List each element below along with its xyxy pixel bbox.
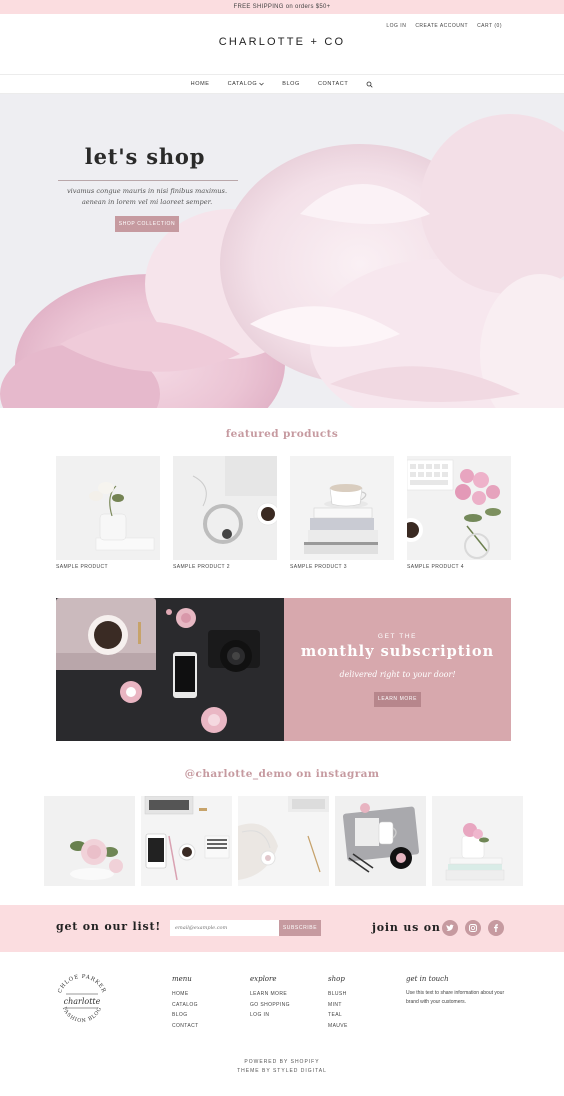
account-links: LOG IN CREATE ACCOUNT CART (0) <box>386 23 502 29</box>
nav-catalog-label: CATALOG <box>227 81 258 87</box>
badge-graphic: CHLOE PARKER charlotte FASHION BLOG <box>57 974 107 1024</box>
hero-title: let's shop <box>84 144 206 169</box>
nav-home[interactable]: HOME <box>191 81 210 87</box>
main-nav: HOME CATALOG BLOG CONTACT <box>0 74 564 94</box>
instagram-icon[interactable] <box>465 920 481 936</box>
footer-link-blog[interactable]: BLOG <box>172 1010 199 1021</box>
create-account-link[interactable]: CREATE ACCOUNT <box>415 23 468 29</box>
footer-link-teal[interactable]: TEAL <box>328 1010 348 1021</box>
product-image[interactable] <box>56 456 160 560</box>
footer-menu: menu HOME CATALOG BLOG CONTACT <box>172 975 199 1031</box>
footer-link-blush[interactable]: BLUSH <box>328 989 348 1000</box>
newsletter-bar: get on our list! SUBSCRIBE join us on <box>0 905 564 952</box>
footer-contact-text: Use this text to share information about… <box>406 990 505 1005</box>
product-image[interactable] <box>407 456 511 560</box>
subscription-title: monthly subscription <box>300 643 495 660</box>
instagram-photo[interactable] <box>141 796 232 886</box>
subscribe-button[interactable]: SUBSCRIBE <box>279 920 321 936</box>
subscription-kicker: GET THE <box>377 633 418 640</box>
badge-script-text: charlotte <box>64 997 101 1006</box>
instagram-photo[interactable] <box>238 796 329 886</box>
peony-flowers-image <box>0 94 564 408</box>
footer-shop: shop BLUSH MINT TEAL MAUVE <box>328 975 348 1031</box>
newsletter-title: get on our list! <box>56 920 161 933</box>
featured-title: featured products <box>225 428 339 440</box>
powered-by-text[interactable]: POWERED BY SHOPIFY <box>0 1058 564 1067</box>
product-label[interactable]: SAMPLE PRODUCT <box>56 564 160 570</box>
footer-link-go-shopping[interactable]: GO SHOPPING <box>250 1000 290 1011</box>
hero-subtitle-line1: vivamus congue mauris in nisi finibus ma… <box>66 187 228 195</box>
footer-link-catalog[interactable]: CATALOG <box>172 1000 199 1011</box>
subscription-tagline: delivered right to your door! <box>339 670 456 679</box>
instagram-photo[interactable] <box>432 796 523 886</box>
footer-link-home[interactable]: HOME <box>172 989 199 1000</box>
product-card[interactable]: SAMPLE PRODUCT 3 <box>290 456 394 570</box>
learn-more-button[interactable]: LEARN MORE <box>374 692 421 707</box>
badge-bottom-text: FASHION BLOG <box>61 1006 103 1024</box>
instagram-photo[interactable] <box>44 796 135 886</box>
email-field[interactable] <box>170 920 279 936</box>
hero-subtitle: vivamus congue mauris in nisi finibus ma… <box>52 186 242 208</box>
twitter-icon[interactable] <box>442 920 458 936</box>
product-label[interactable]: SAMPLE PRODUCT 4 <box>407 564 511 570</box>
join-us-label: join us on <box>372 921 441 934</box>
shop-collection-button[interactable]: SHOP COLLECTION <box>115 216 179 232</box>
search-icon[interactable] <box>366 81 373 88</box>
hero-subtitle-line2: aenean in lorem vel mi laoreet semper. <box>81 198 213 206</box>
product-label[interactable]: SAMPLE PRODUCT 2 <box>173 564 277 570</box>
product-card[interactable]: SAMPLE PRODUCT 4 <box>407 456 511 570</box>
footer-contact-heading: get in touch <box>406 975 449 983</box>
facebook-icon[interactable] <box>488 920 504 936</box>
instagram-photo[interactable] <box>335 796 426 886</box>
svg-text:CHLOE PARKER: CHLOE PARKER <box>57 974 107 994</box>
product-card[interactable]: SAMPLE PRODUCT 2 <box>173 456 277 570</box>
footer-link-mauve[interactable]: MAUVE <box>328 1021 348 1032</box>
chevron-down-icon <box>259 82 264 86</box>
nav-contact[interactable]: CONTACT <box>318 81 348 87</box>
footer-menu-heading: menu <box>172 975 192 983</box>
product-image[interactable] <box>290 456 394 560</box>
product-label[interactable]: SAMPLE PRODUCT 3 <box>290 564 394 570</box>
footer-link-learn-more[interactable]: LEARN MORE <box>250 989 290 1000</box>
footer-credits: POWERED BY SHOPIFY THEME BY STYLED DIGIT… <box>0 1058 564 1076</box>
cart-link[interactable]: CART (0) <box>477 23 502 29</box>
subscription-image <box>56 598 284 741</box>
footer-shop-heading: shop <box>328 975 345 983</box>
footer-explore: explore LEARN MORE GO SHOPPING LOG IN <box>250 975 290 1021</box>
footer-link-contact[interactable]: CONTACT <box>172 1021 199 1032</box>
brand-badge: CHLOE PARKER charlotte FASHION BLOG <box>52 970 112 1030</box>
site-logo[interactable]: CHARLOTTE + CO <box>0 36 564 48</box>
footer-link-mint[interactable]: MINT <box>328 1000 348 1011</box>
instagram-title: @charlotte_demo on instagram <box>184 768 380 780</box>
nav-catalog[interactable]: CATALOG <box>228 81 265 87</box>
site-header: LOG IN CREATE ACCOUNT CART (0) CHARLOTTE… <box>0 14 564 74</box>
hero-banner: let's shop vivamus congue mauris in nisi… <box>0 94 564 408</box>
shipping-banner: FREE SHIPPING on orders $50+ <box>0 0 564 14</box>
theme-by-text[interactable]: THEME BY STYLED DIGITAL <box>0 1067 564 1076</box>
svg-text:FASHION BLOG: FASHION BLOG <box>61 1006 103 1024</box>
product-card[interactable]: SAMPLE PRODUCT <box>56 456 160 570</box>
footer-explore-heading: explore <box>250 975 277 983</box>
subscription-panel: GET THE monthly subscription delivered r… <box>284 598 511 741</box>
hero-divider <box>58 180 238 181</box>
footer-link-log-in[interactable]: LOG IN <box>250 1010 290 1021</box>
badge-top-text: CHLOE PARKER <box>57 974 106 994</box>
login-link[interactable]: LOG IN <box>386 23 406 29</box>
nav-blog[interactable]: BLOG <box>282 81 300 87</box>
product-image[interactable] <box>173 456 277 560</box>
footer-contact: get in touch Use this text to share info… <box>406 975 516 1007</box>
